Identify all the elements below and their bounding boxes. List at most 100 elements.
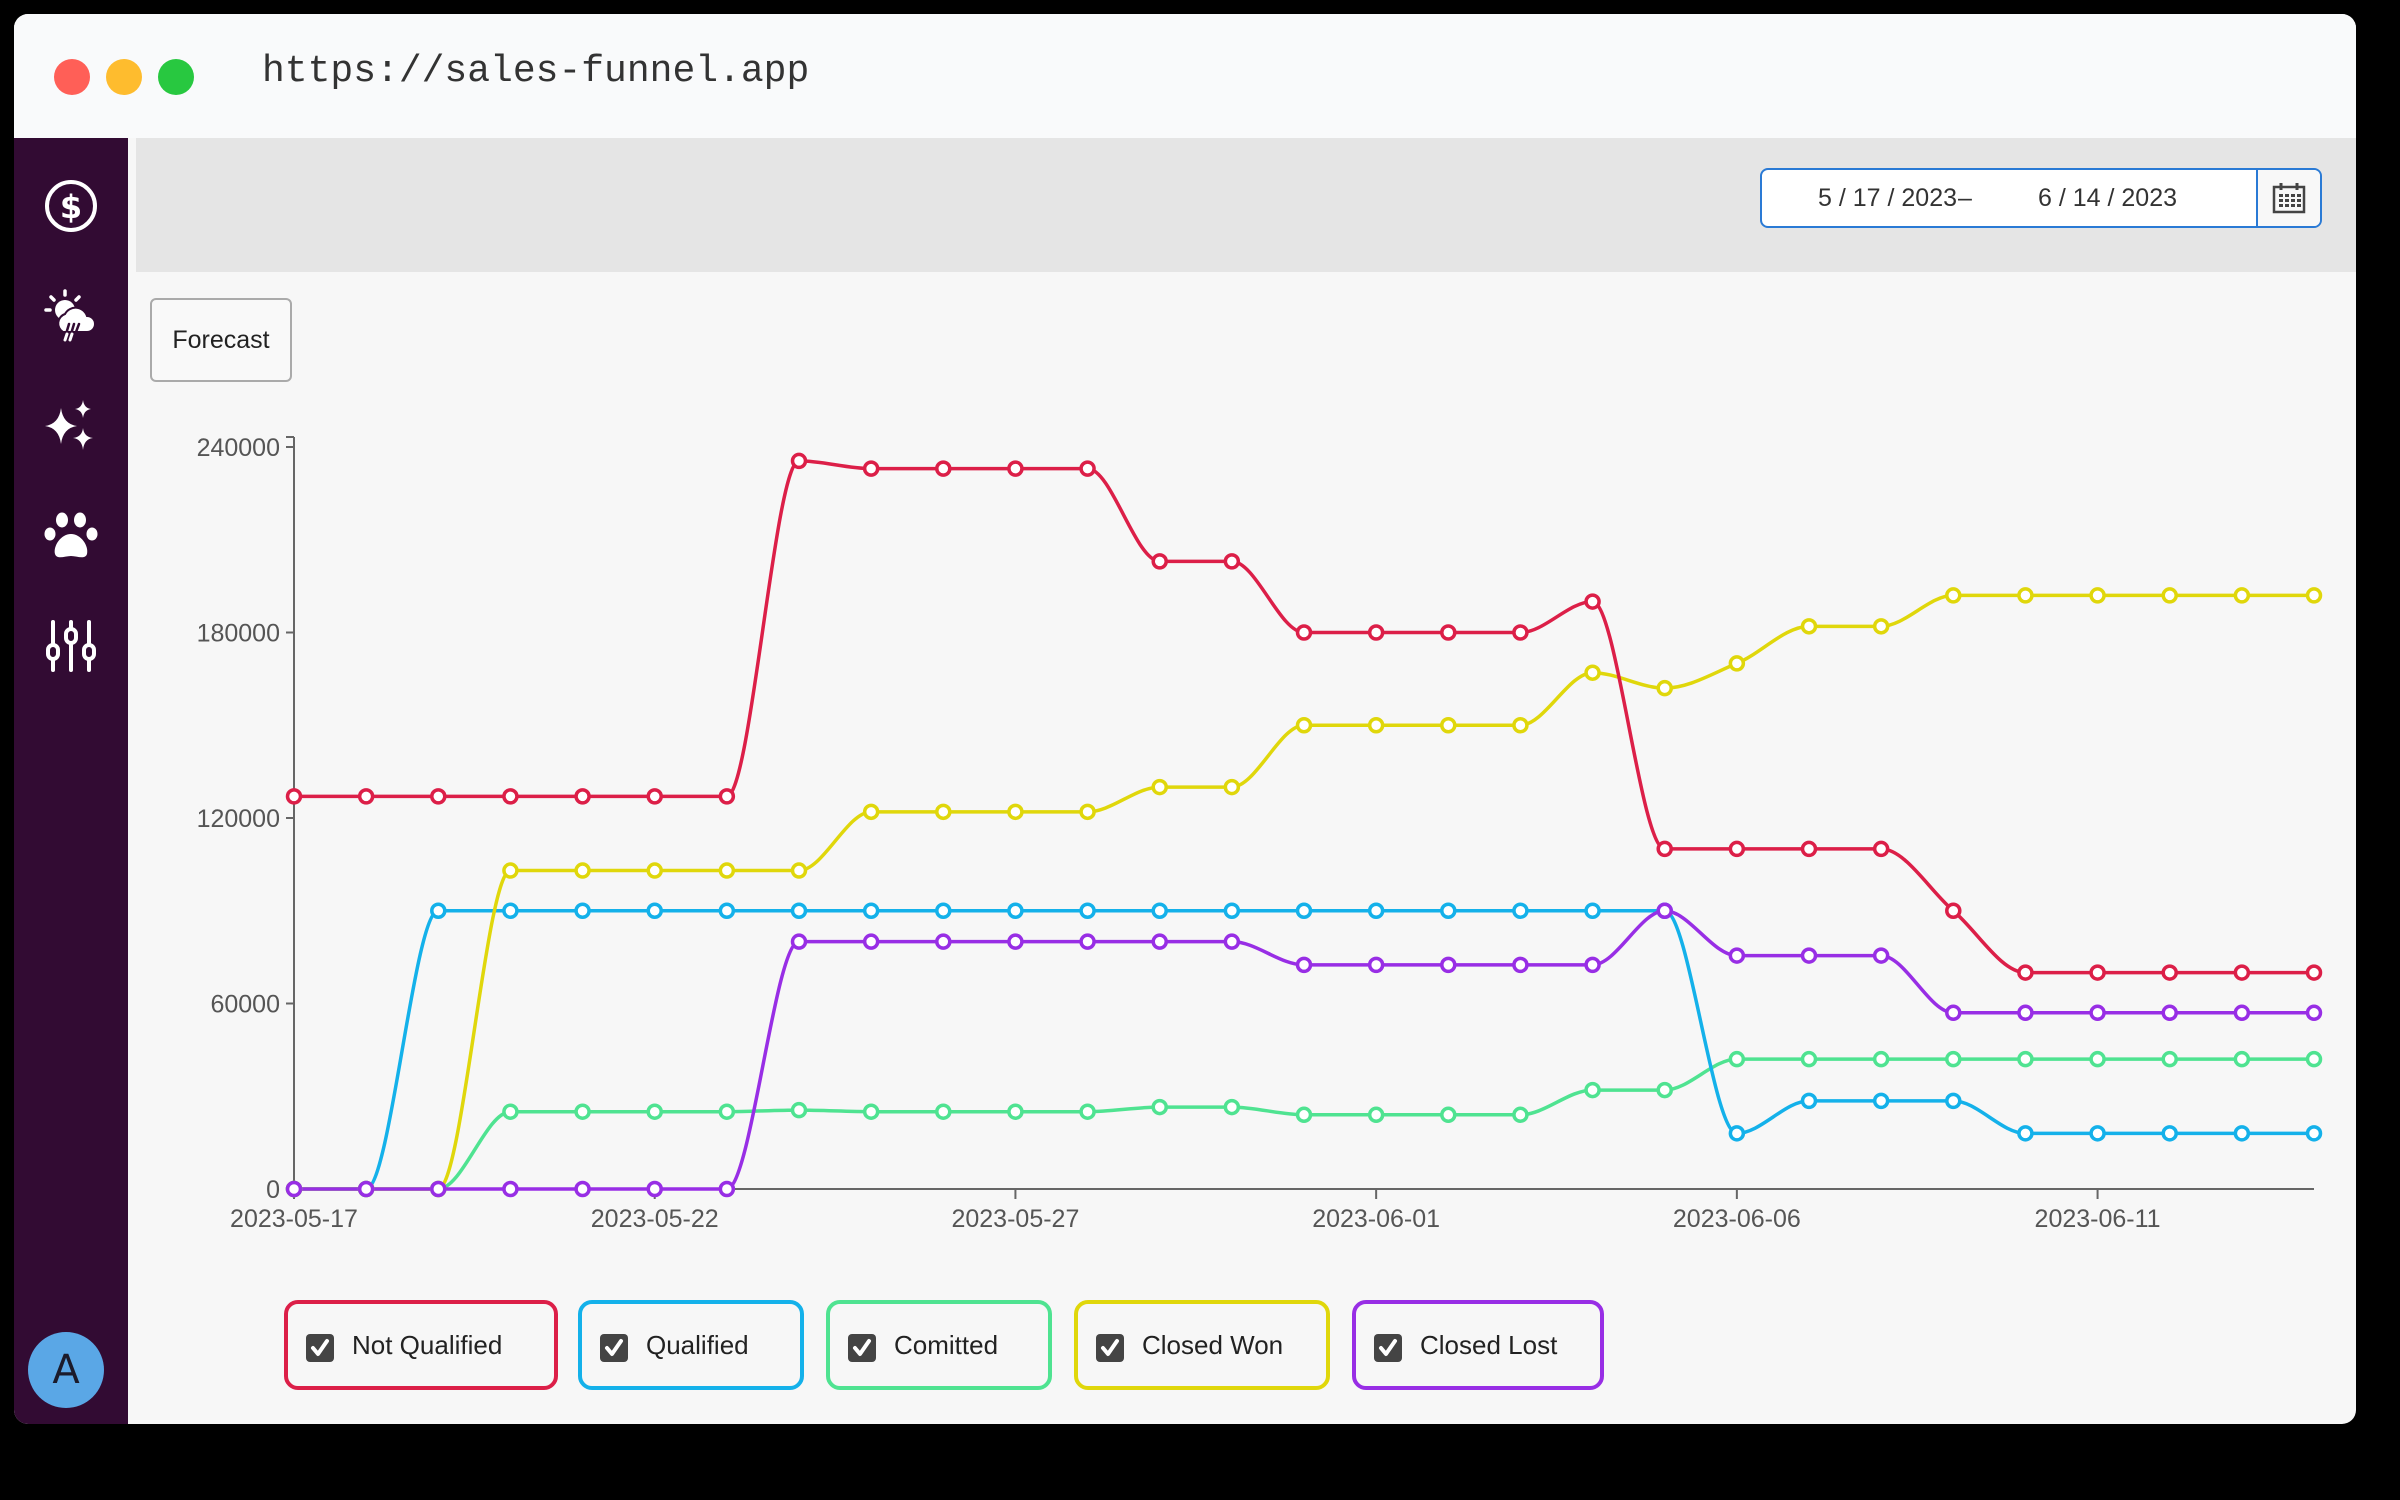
data-point-qualified (718, 902, 736, 919)
data-point-comitted (1295, 1106, 1313, 1124)
data-point-closed-won (1656, 679, 1673, 697)
data-point-comitted (574, 1103, 591, 1120)
legend-label: Qualified (646, 1330, 749, 1360)
data-point-comitted (862, 1103, 880, 1120)
checkmark-icon (1379, 1339, 1397, 1356)
data-point-closed-won (1079, 803, 1096, 821)
data-point-qualified (1945, 1092, 1962, 1110)
y-tick-label: 0 (266, 1176, 280, 1204)
data-point-not-qualified (1007, 460, 1024, 477)
data-point-qualified (1584, 902, 1601, 919)
data-point-closed-lost (2017, 1004, 2034, 1022)
x-tick-label: 2023-06-01 (1312, 1205, 1440, 1233)
data-point-qualified (2089, 1125, 2106, 1142)
data-point-comitted (1584, 1081, 1601, 1099)
legend-item-not-qualified[interactable]: Not Qualified (284, 1300, 558, 1390)
data-point-closed-won (1512, 717, 1529, 734)
avatar[interactable]: A (28, 1332, 104, 1408)
data-point-closed-lost (2089, 1004, 2106, 1022)
data-point-closed-won (2161, 587, 2178, 604)
data-point-closed-won (1800, 618, 1818, 635)
checkbox[interactable] (848, 1334, 876, 1362)
data-point-qualified (790, 902, 808, 919)
data-point-comitted (646, 1103, 663, 1120)
data-point-closed-won (1440, 717, 1457, 734)
data-point-closed-won (935, 803, 952, 821)
checkmark-icon (605, 1339, 623, 1356)
legend-item-closed-won[interactable]: Closed Won (1074, 1300, 1330, 1390)
data-point-closed-lost (430, 1180, 447, 1198)
data-point-closed-lost (862, 933, 880, 950)
data-point-not-qualified (790, 452, 808, 470)
data-point-comitted (935, 1103, 952, 1120)
series-line-comitted (294, 1057, 2314, 1191)
data-point-closed-won (1151, 778, 1168, 796)
legend-label: Not Qualified (352, 1330, 503, 1360)
line-chart: 0 60000 120000 180000 240000 2023-05-17 2023-0… (197, 434, 2323, 1233)
data-point-not-qualified (1367, 624, 1385, 641)
data-point-closed-won (502, 862, 519, 879)
data-point-comitted (790, 1101, 808, 1119)
data-point-closed-lost (646, 1180, 663, 1198)
data-point-comitted (1945, 1050, 1962, 1068)
series-line-not-qualified (294, 459, 2314, 975)
data-point-closed-lost (2305, 1004, 2323, 1022)
data-point-qualified (2017, 1125, 2034, 1142)
data-point-comitted (1223, 1098, 1241, 1116)
data-point-qualified (1151, 902, 1168, 919)
data-point-qualified (2161, 1125, 2178, 1142)
data-point-closed-lost (1728, 947, 1746, 964)
data-point-comitted (2161, 1050, 2178, 1068)
checkbox[interactable] (1374, 1334, 1402, 1362)
data-point-comitted (1872, 1050, 1890, 1068)
data-point-closed-lost (718, 1180, 736, 1198)
y-tick-label: 180000 (197, 620, 280, 648)
checkmark-icon (1101, 1339, 1119, 1356)
data-point-not-qualified (574, 788, 591, 805)
data-point-closed-won (862, 803, 880, 821)
data-point-qualified (2233, 1125, 2251, 1142)
data-point-closed-won (1584, 664, 1601, 681)
y-tick-label: 120000 (197, 805, 280, 833)
data-point-comitted (1728, 1050, 1746, 1068)
data-point-not-qualified (1440, 624, 1457, 641)
data-point-not-qualified (1945, 902, 1962, 919)
data-point-closed-lost (1872, 947, 1890, 964)
data-point-closed-lost (1656, 902, 1673, 919)
series-line-closed-won (294, 593, 2314, 1191)
data-point-not-qualified (2305, 964, 2323, 981)
data-point-qualified (1440, 902, 1457, 919)
data-point-closed-won (1223, 778, 1241, 796)
legend-item-qualified[interactable]: Qualified (578, 1300, 804, 1390)
data-point-closed-won (2089, 587, 2106, 604)
checkbox[interactable] (600, 1334, 628, 1362)
legend-item-comitted[interactable]: Comitted (826, 1300, 1052, 1390)
data-point-closed-lost (790, 933, 808, 950)
checkbox[interactable] (306, 1334, 334, 1362)
data-point-closed-lost (1512, 956, 1529, 974)
data-point-closed-won (574, 862, 591, 879)
data-point-not-qualified (1728, 840, 1746, 858)
checkbox[interactable] (1096, 1334, 1124, 1362)
data-point-closed-lost (574, 1180, 591, 1198)
data-point-not-qualified (718, 788, 736, 805)
data-point-comitted (1079, 1103, 1096, 1120)
data-point-closed-won (1945, 587, 1962, 604)
data-point-not-qualified (2017, 964, 2034, 981)
data-point-comitted (2233, 1050, 2251, 1068)
y-tick-label: 240000 (197, 434, 280, 462)
data-point-closed-won (1295, 717, 1313, 734)
data-point-qualified (502, 902, 519, 919)
data-point-not-qualified (862, 460, 880, 477)
data-point-comitted (2305, 1050, 2323, 1068)
data-point-comitted (1367, 1106, 1385, 1124)
legend-item-closed-lost[interactable]: Closed Lost (1352, 1300, 1604, 1390)
data-point-comitted (1007, 1103, 1024, 1120)
x-tick-label: 2023-05-22 (591, 1205, 719, 1233)
data-point-qualified (1223, 902, 1241, 919)
data-point-closed-lost (1800, 947, 1818, 964)
x-tick-label: 2023-06-11 (2035, 1205, 2161, 1233)
data-point-qualified (1512, 902, 1529, 919)
data-point-closed-won (1367, 717, 1385, 734)
data-point-comitted (2017, 1050, 2034, 1068)
